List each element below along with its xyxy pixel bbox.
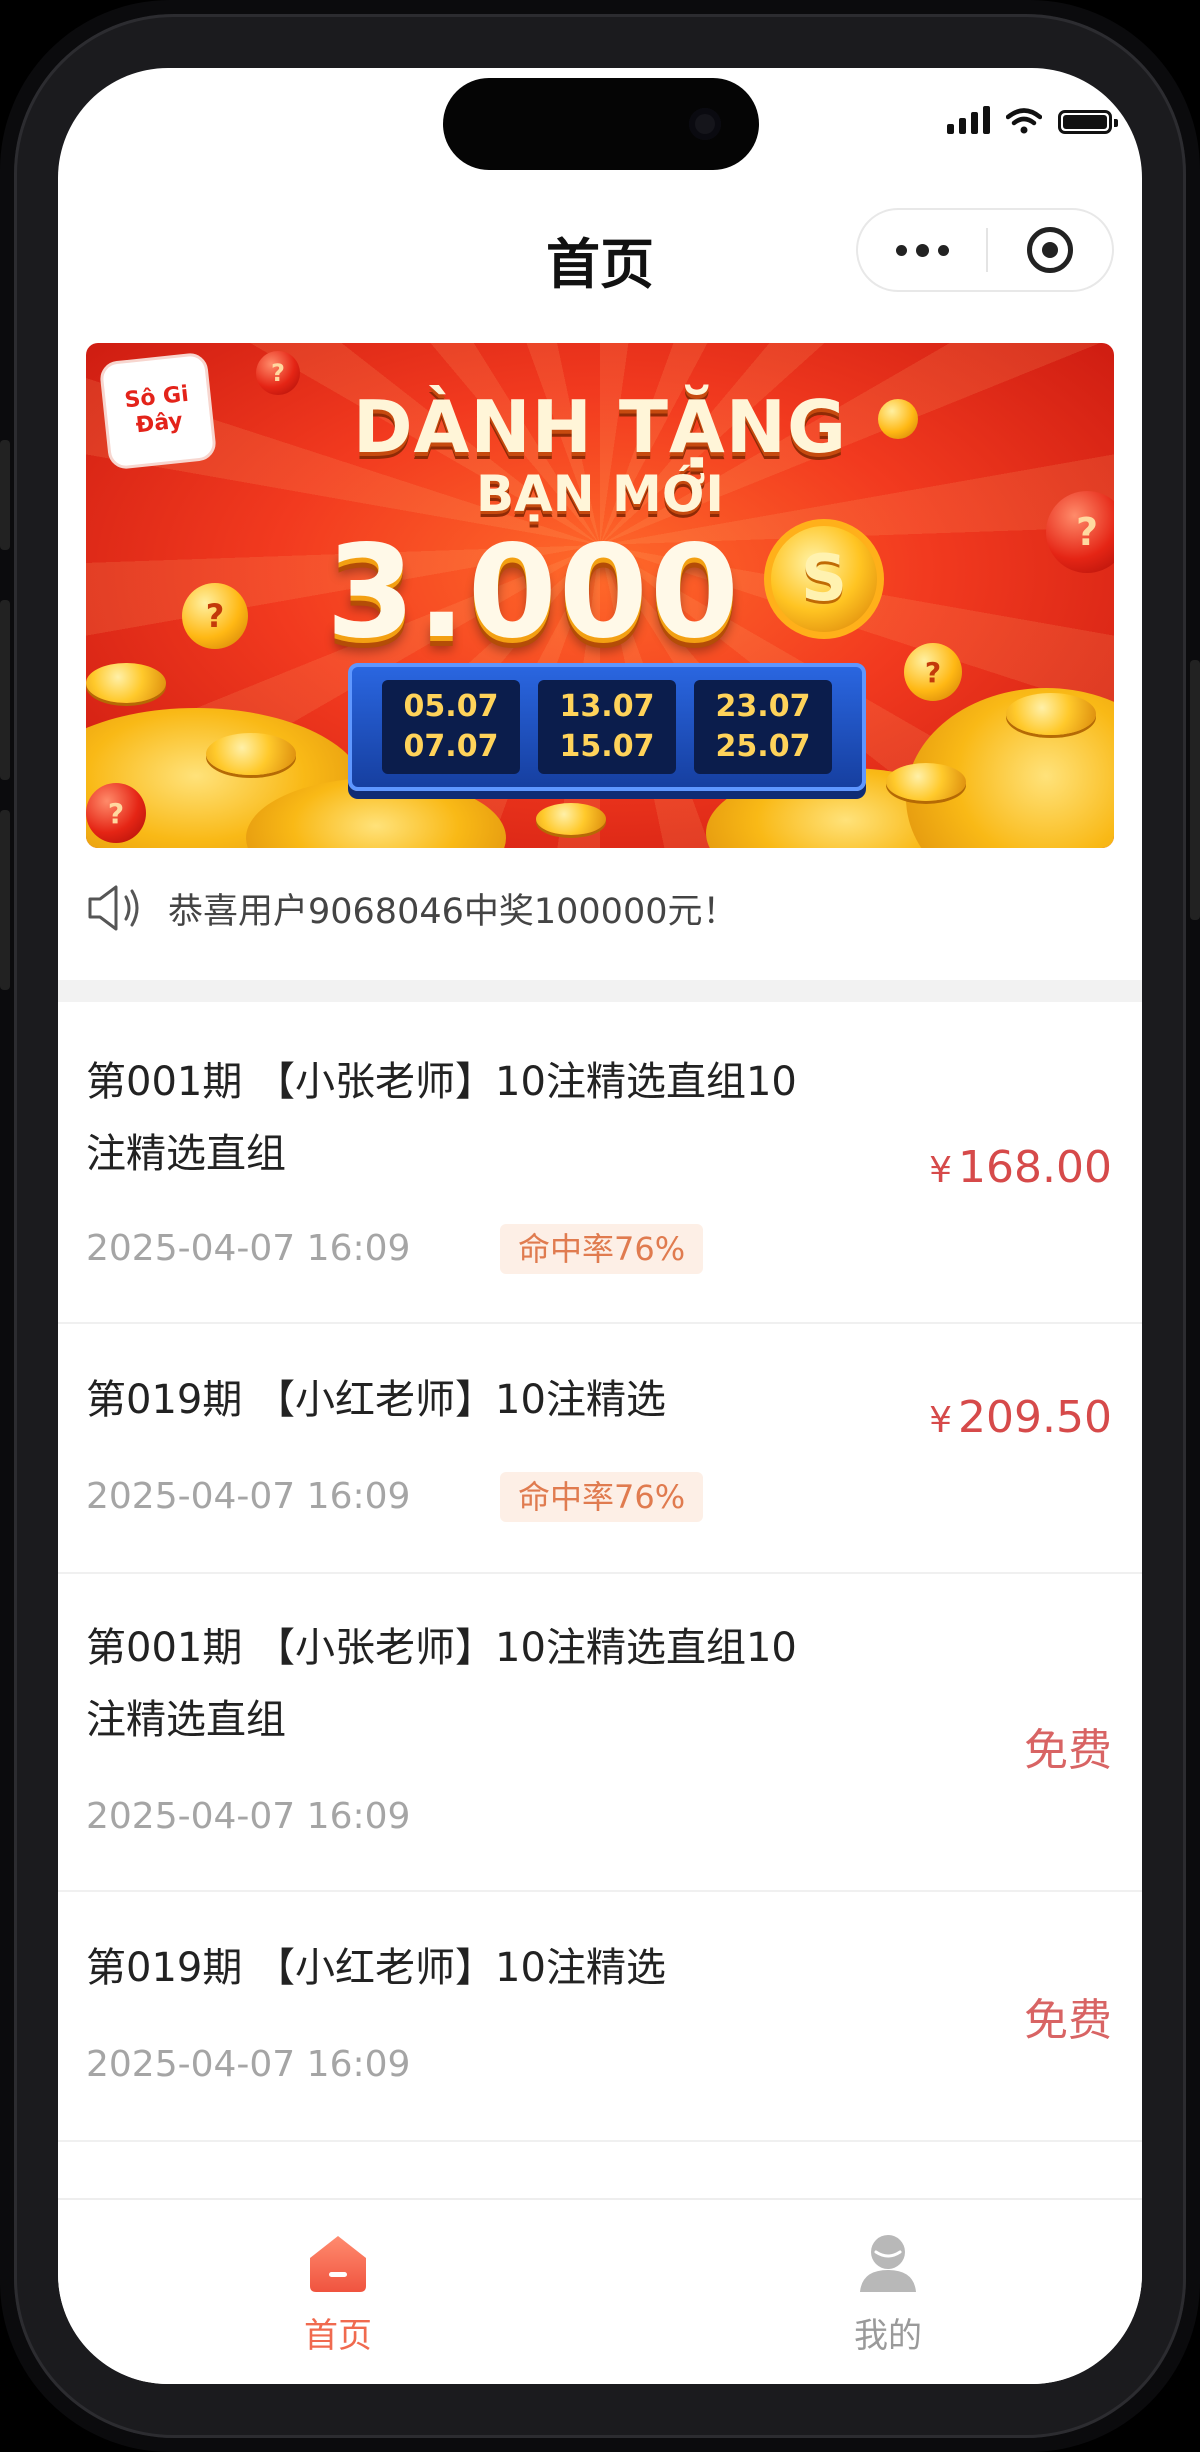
item-title: 第019期 【小红老师】10注精选 [86,1945,666,1991]
free-label: 免费 [1024,1725,1112,1776]
announcement-bar[interactable]: 恭喜用户9068046中奖100000元！ [86,876,1114,940]
tab-home-label: 首页 [304,2316,372,2356]
hit-rate-badge: 命中率76% [500,1224,704,1274]
date-board: 05.07 07.07 13.07 15.07 23.07 25.07 [348,663,866,791]
date-range: 13.07 15.07 [538,680,676,774]
free-label: 免费 [1024,1995,1112,2046]
coin-icon: S [764,519,884,639]
speaker-icon [88,885,139,931]
tab-home[interactable]: 首页 [188,2200,488,2384]
coin-icon [1006,693,1096,735]
tab-mine-label: 我的 [854,2316,922,2356]
side-button [0,600,10,780]
user-icon [860,2235,916,2292]
date-range: 23.07 25.07 [694,680,832,774]
date-end: 25.07 [715,729,811,764]
mini-program-capsule [856,208,1114,292]
section-divider [58,980,1142,1002]
item-title: 第001期 【小张老师】10注精选直组10注精选直组 [86,1625,797,1743]
banner-headline: DÀNH TẶNG [352,385,848,469]
wifi-icon [1006,108,1042,134]
banner-subheadline: BẠN MỚI [475,465,725,523]
date-end: 07.07 [403,729,499,764]
hit-rate-badge: 命中率76% [500,1472,704,1522]
dynamic-island [443,78,759,170]
date-start: 23.07 [715,689,811,724]
signal-icon [947,106,990,134]
item-date: 2025-04-07 16:09 [86,2044,411,2085]
list-item[interactable]: 第019期 【小红老师】10注精选 2025-04-07 16:09 命中率76… [58,1324,1142,1574]
side-button [1190,660,1200,920]
coin-icon [206,733,296,775]
status-bar [947,106,1118,134]
item-title: 第019期 【小红老师】10注精选 [86,1377,666,1423]
question-ball-icon: ? [182,583,248,649]
promo-banner[interactable]: ? ? ? ? ? Sô Gi Đây DÀNH TẶNG BẠN MỚI 3.… [86,343,1114,848]
question-ball-icon: ? [904,643,962,701]
item-title: 第001期 【小张老师】10注精选直组10注精选直组 [86,1059,797,1177]
camera-icon [689,108,721,140]
item-date: 2025-04-07 16:09 [86,1228,411,1269]
question-ball-icon: ? [86,783,146,843]
phone-frame: 首页 ? ? ? ? ? Sô Gi Đây DÀNH TẶNG BẠN MỚI… [0,0,1200,2452]
phone-screen: 首页 ? ? ? ? ? Sô Gi Đây DÀNH TẶNG BẠN MỚI… [58,68,1142,2384]
date-end: 15.07 [559,729,655,764]
date-start: 05.07 [403,689,499,724]
date-range: 05.07 07.07 [382,680,520,774]
list-item[interactable]: 第001期 【小张老师】10注精选直组10注精选直组 2025-04-07 16… [58,1002,1142,1324]
date-start: 13.07 [559,689,655,724]
side-button [0,440,10,550]
coin-icon [536,803,606,835]
side-button [0,810,10,990]
tab-mine[interactable]: 我的 [738,2200,1038,2384]
tab-bar: 首页 我的 [58,2198,1142,2384]
item-price: ¥168.00 [929,1142,1112,1193]
item-date: 2025-04-07 16:09 [86,1476,411,1517]
home-icon [310,2236,366,2292]
more-dots-icon[interactable] [858,210,986,290]
coin-icon [886,763,966,801]
coin-icon [86,663,166,703]
item-price: ¥209.50 [929,1392,1112,1443]
announcement-text: 恭喜用户9068046中奖100000元！ [168,891,738,932]
battery-icon [1058,110,1118,134]
list-item[interactable]: 第001期 【小张老师】10注精选直组10注精选直组 2025-04-07 16… [58,1574,1142,1892]
banner-amount: 3.000 [326,518,741,667]
navbar: 首页 [58,188,1142,318]
list-item[interactable]: 第019期 【小红老师】10注精选 2025-04-07 16:09 免费 [58,1892,1142,2142]
item-date: 2025-04-07 16:09 [86,1796,411,1837]
target-close-icon[interactable] [988,227,1112,273]
